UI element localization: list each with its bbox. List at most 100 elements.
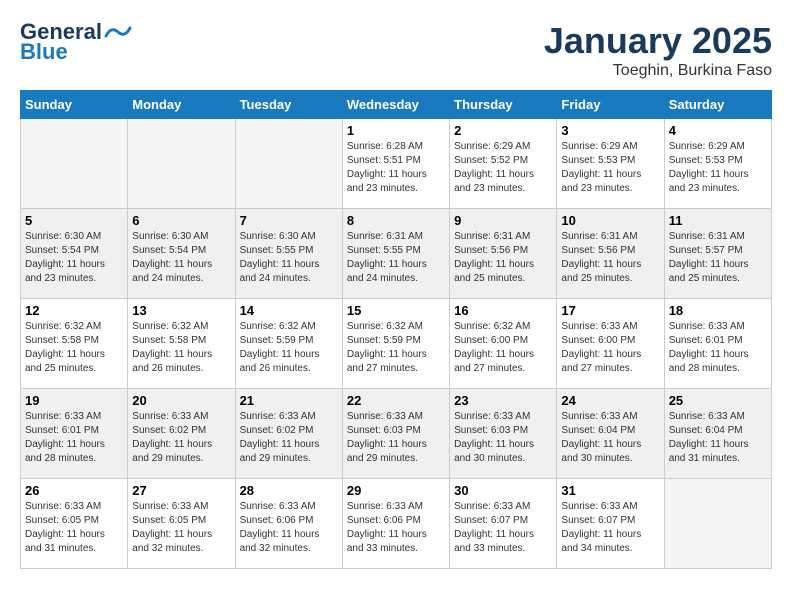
day-info: Sunrise: 6:33 AM Sunset: 6:07 PM Dayligh… [561,500,659,556]
day-number: 3 [561,123,659,138]
calendar-week-row: 1 Sunrise: 6:28 AM Sunset: 5:51 PM Daylig… [21,119,772,209]
day-number: 1 [347,123,445,138]
weekday-header-sunday: Sunday [21,91,128,119]
calendar-cell: 31 Sunrise: 6:33 AM Sunset: 6:07 PM Dayli… [557,479,664,569]
weekday-header-monday: Monday [128,91,235,119]
day-info: Sunrise: 6:33 AM Sunset: 6:03 PM Dayligh… [347,410,445,466]
calendar-cell: 27 Sunrise: 6:33 AM Sunset: 6:05 PM Dayli… [128,479,235,569]
calendar-cell: 22 Sunrise: 6:33 AM Sunset: 6:03 PM Dayli… [342,389,449,479]
day-info: Sunrise: 6:33 AM Sunset: 6:04 PM Dayligh… [561,410,659,466]
day-info: Sunrise: 6:33 AM Sunset: 6:05 PM Dayligh… [25,500,123,556]
day-number: 4 [669,123,767,138]
day-info: Sunrise: 6:28 AM Sunset: 5:51 PM Dayligh… [347,140,445,196]
calendar-cell: 14 Sunrise: 6:32 AM Sunset: 5:59 PM Dayli… [235,299,342,389]
day-info: Sunrise: 6:32 AM Sunset: 5:59 PM Dayligh… [347,320,445,376]
day-number: 2 [454,123,552,138]
day-number: 8 [347,213,445,228]
calendar-cell: 17 Sunrise: 6:33 AM Sunset: 6:00 PM Dayli… [557,299,664,389]
calendar-header: SundayMondayTuesdayWednesdayThursdayFrid… [21,91,772,119]
day-info: Sunrise: 6:31 AM Sunset: 5:56 PM Dayligh… [561,230,659,286]
day-number: 14 [240,303,338,318]
calendar-cell: 16 Sunrise: 6:32 AM Sunset: 6:00 PM Dayli… [450,299,557,389]
day-info: Sunrise: 6:33 AM Sunset: 6:01 PM Dayligh… [25,410,123,466]
day-number: 29 [347,483,445,498]
logo: General Blue [20,20,132,64]
day-number: 24 [561,393,659,408]
calendar-cell: 8 Sunrise: 6:31 AM Sunset: 5:55 PM Daylig… [342,209,449,299]
day-number: 20 [132,393,230,408]
calendar-cell: 3 Sunrise: 6:29 AM Sunset: 5:53 PM Daylig… [557,119,664,209]
calendar-body: 1 Sunrise: 6:28 AM Sunset: 5:51 PM Daylig… [21,119,772,569]
calendar-cell: 12 Sunrise: 6:32 AM Sunset: 5:58 PM Dayli… [21,299,128,389]
calendar-cell [21,119,128,209]
day-number: 26 [25,483,123,498]
day-number: 22 [347,393,445,408]
day-info: Sunrise: 6:32 AM Sunset: 5:58 PM Dayligh… [25,320,123,376]
calendar-cell: 21Sunrise: 6:33 AM Sunset: 6:02 PM Dayli… [235,389,342,479]
day-info: Sunrise: 6:29 AM Sunset: 5:53 PM Dayligh… [561,140,659,196]
day-number: 23 [454,393,552,408]
calendar-week-row: 12 Sunrise: 6:32 AM Sunset: 5:58 PM Dayli… [21,299,772,389]
day-info: Sunrise: 6:33 AM Sunset: 6:07 PM Dayligh… [454,500,552,556]
title-block: January 2025 Toeghin, Burkina Faso [544,20,772,80]
calendar-cell: 6Sunrise: 6:30 AM Sunset: 5:54 PM Daylig… [128,209,235,299]
day-number: 12 [25,303,123,318]
day-number: 11 [669,213,767,228]
day-info: Sunrise: 6:30 AM Sunset: 5:54 PM Dayligh… [132,230,230,286]
day-info: Sunrise: 6:33 AM Sunset: 6:05 PM Dayligh… [132,500,230,556]
day-info: Sunrise: 6:31 AM Sunset: 5:55 PM Dayligh… [347,230,445,286]
day-number: 25 [669,393,767,408]
calendar-cell: 9Sunrise: 6:31 AM Sunset: 5:56 PM Daylig… [450,209,557,299]
calendar-cell: 29 Sunrise: 6:33 AM Sunset: 6:06 PM Dayli… [342,479,449,569]
calendar-cell: 4 Sunrise: 6:29 AM Sunset: 5:53 PM Daylig… [664,119,771,209]
day-info: Sunrise: 6:32 AM Sunset: 5:59 PM Dayligh… [240,320,338,376]
day-info: Sunrise: 6:29 AM Sunset: 5:53 PM Dayligh… [669,140,767,196]
calendar-cell: 30 Sunrise: 6:33 AM Sunset: 6:07 PM Dayli… [450,479,557,569]
calendar-subtitle: Toeghin, Burkina Faso [544,62,772,80]
day-info: Sunrise: 6:30 AM Sunset: 5:55 PM Dayligh… [240,230,338,286]
calendar-cell: 25Sunrise: 6:33 AM Sunset: 6:04 PM Dayli… [664,389,771,479]
calendar-cell: 19 Sunrise: 6:33 AM Sunset: 6:01 PM Dayli… [21,389,128,479]
calendar-cell: 28 Sunrise: 6:33 AM Sunset: 6:06 PM Dayli… [235,479,342,569]
day-info: Sunrise: 6:33 AM Sunset: 6:00 PM Dayligh… [561,320,659,376]
calendar-cell: 18Sunrise: 6:33 AM Sunset: 6:01 PM Dayli… [664,299,771,389]
weekday-header-friday: Friday [557,91,664,119]
calendar-cell [235,119,342,209]
day-info: Sunrise: 6:29 AM Sunset: 5:52 PM Dayligh… [454,140,552,196]
weekday-header-thursday: Thursday [450,91,557,119]
page-header: General Blue January 2025 Toeghin, Burki… [20,20,772,80]
calendar-table: SundayMondayTuesdayWednesdayThursdayFrid… [20,90,772,569]
day-number: 10 [561,213,659,228]
day-info: Sunrise: 6:31 AM Sunset: 5:57 PM Dayligh… [669,230,767,286]
day-number: 31 [561,483,659,498]
day-number: 17 [561,303,659,318]
day-number: 28 [240,483,338,498]
weekday-header-saturday: Saturday [664,91,771,119]
day-info: Sunrise: 6:31 AM Sunset: 5:56 PM Dayligh… [454,230,552,286]
day-info: Sunrise: 6:32 AM Sunset: 5:58 PM Dayligh… [132,320,230,376]
day-info: Sunrise: 6:30 AM Sunset: 5:54 PM Dayligh… [25,230,123,286]
calendar-cell: 5Sunrise: 6:30 AM Sunset: 5:54 PM Daylig… [21,209,128,299]
calendar-cell: 7 Sunrise: 6:30 AM Sunset: 5:55 PM Daylig… [235,209,342,299]
day-info: Sunrise: 6:33 AM Sunset: 6:02 PM Dayligh… [240,410,338,466]
day-number: 27 [132,483,230,498]
calendar-week-row: 5Sunrise: 6:30 AM Sunset: 5:54 PM Daylig… [21,209,772,299]
day-number: 19 [25,393,123,408]
day-number: 30 [454,483,552,498]
logo-wave-icon [104,22,132,42]
day-info: Sunrise: 6:32 AM Sunset: 6:00 PM Dayligh… [454,320,552,376]
day-info: Sunrise: 6:33 AM Sunset: 6:06 PM Dayligh… [347,500,445,556]
day-number: 18 [669,303,767,318]
calendar-week-row: 19 Sunrise: 6:33 AM Sunset: 6:01 PM Dayli… [21,389,772,479]
calendar-cell [128,119,235,209]
weekday-header-wednesday: Wednesday [342,91,449,119]
day-number: 7 [240,213,338,228]
day-number: 13 [132,303,230,318]
weekday-header-tuesday: Tuesday [235,91,342,119]
calendar-title: January 2025 [544,20,772,62]
calendar-cell: 20Sunrise: 6:33 AM Sunset: 6:02 PM Dayli… [128,389,235,479]
day-number: 16 [454,303,552,318]
day-info: Sunrise: 6:33 AM Sunset: 6:06 PM Dayligh… [240,500,338,556]
calendar-cell: 2 Sunrise: 6:29 AM Sunset: 5:52 PM Daylig… [450,119,557,209]
weekday-header-row: SundayMondayTuesdayWednesdayThursdayFrid… [21,91,772,119]
